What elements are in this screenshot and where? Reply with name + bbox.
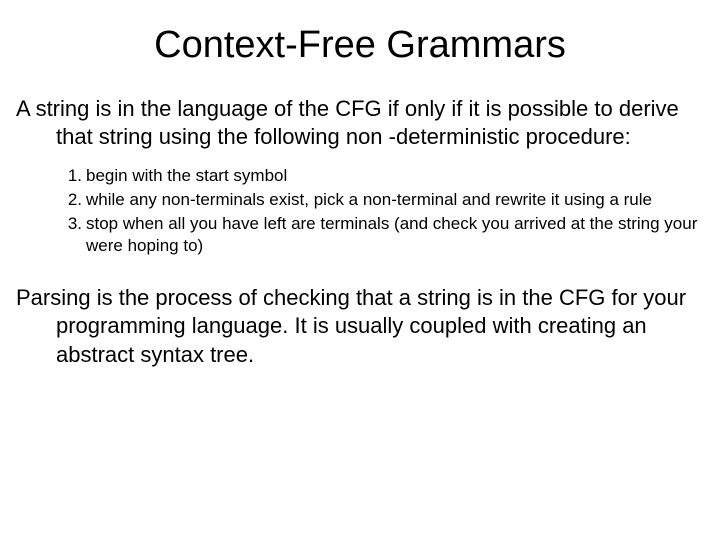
list-text: stop when all you have left are terminal… (86, 214, 697, 255)
paragraph-derive-text: A string is in the language of the CFG i… (16, 95, 704, 151)
paragraph-parsing-text: Parsing is the process of checking that … (16, 284, 704, 368)
list-number: 3. (54, 213, 82, 235)
list-item: 3. stop when all you have left are termi… (86, 213, 704, 257)
list-item: 2. while any non-terminals exist, pick a… (86, 189, 704, 211)
procedure-list: 1. begin with the start symbol 2. while … (16, 165, 704, 256)
paragraph-parsing: Parsing is the process of checking that … (16, 284, 704, 368)
slide-title: Context-Free Grammars (16, 24, 704, 67)
list-item: 1. begin with the start symbol (86, 165, 704, 187)
paragraph-derive: A string is in the language of the CFG i… (16, 95, 704, 151)
list-text: while any non-terminals exist, pick a no… (86, 190, 652, 209)
list-number: 2. (54, 189, 82, 211)
list-text: begin with the start symbol (86, 166, 287, 185)
list-number: 1. (54, 165, 82, 187)
